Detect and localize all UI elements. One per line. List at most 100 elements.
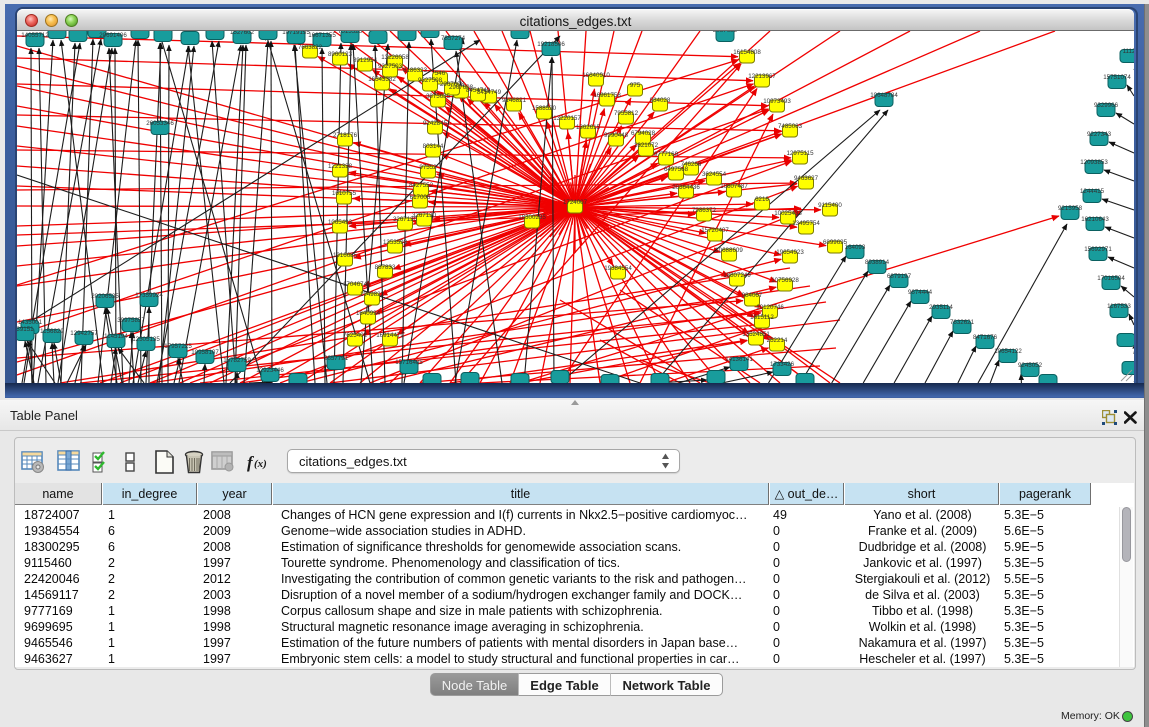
svg-text:13495754: 13495754 (792, 220, 820, 227)
svg-text:7857274: 7857274 (441, 35, 466, 42)
svg-text:14136141: 14136141 (725, 356, 753, 363)
svg-text:746266: 746266 (681, 161, 702, 168)
svg-text:10654122: 10654122 (994, 348, 1022, 355)
svg-text:13220157: 13220157 (553, 115, 581, 122)
svg-text:9242845: 9242845 (423, 120, 448, 127)
svg-text:26053346: 26053346 (146, 120, 174, 127)
svg-text:10756928: 10756928 (771, 277, 799, 284)
svg-text:19654923: 19654923 (776, 249, 804, 256)
svg-text:15720407: 15720407 (701, 227, 729, 234)
svg-text:17359924: 17359924 (135, 292, 163, 299)
svg-text:164093: 164093 (845, 244, 866, 251)
svg-text:9245052: 9245052 (1018, 362, 1043, 369)
svg-text:9327503: 9327503 (378, 63, 403, 70)
svg-text:9146821: 9146821 (502, 97, 527, 104)
svg-text:6466160: 6466160 (256, 31, 281, 32)
svg-text:8186323: 8186323 (403, 67, 428, 74)
svg-text:8912954: 8912954 (353, 57, 378, 64)
svg-text:1221338: 1221338 (328, 163, 353, 170)
svg-text:9990448: 9990448 (604, 132, 629, 139)
svg-text:1527602: 1527602 (230, 31, 255, 36)
svg-text:7485063: 7485063 (778, 123, 803, 130)
svg-text:10648784: 10648784 (870, 92, 898, 99)
svg-text:18807249: 18807249 (723, 272, 751, 279)
svg-text:20364436: 20364436 (672, 184, 700, 191)
svg-text:10807487: 10807487 (720, 183, 748, 190)
svg-text:1615112: 1615112 (750, 314, 774, 321)
svg-text:984067: 984067 (742, 292, 763, 299)
svg-text:8471676: 8471676 (973, 334, 998, 341)
svg-text:546: 546 (435, 70, 446, 77)
svg-text:2718176: 2718176 (333, 132, 358, 139)
svg-text:20691406: 20691406 (99, 32, 127, 39)
svg-text:9329966: 9329966 (1094, 102, 1119, 109)
svg-text:9674444: 9674444 (908, 289, 933, 296)
svg-text:7955812: 7955812 (614, 110, 639, 117)
svg-text:15692971: 15692971 (1084, 246, 1112, 253)
svg-text:1916685: 1916685 (333, 252, 358, 259)
svg-text:1156829: 1156829 (40, 328, 64, 335)
svg-text:39151: 39151 (17, 326, 34, 333)
svg-text:8938914: 8938914 (865, 259, 890, 266)
svg-text:803144: 803144 (423, 143, 444, 150)
svg-text:14055712: 14055712 (21, 32, 49, 39)
svg-text:1704674: 1704674 (343, 281, 368, 288)
svg-text:16210643: 16210643 (1081, 216, 1109, 223)
svg-text:1949822: 1949822 (360, 291, 385, 298)
svg-text:10033809: 10033809 (393, 31, 421, 33)
svg-text:1145194: 1145194 (104, 333, 128, 340)
svg-text:(x): (x) (254, 458, 267, 470)
svg-text:252214: 252214 (767, 337, 788, 344)
svg-text:7632621: 7632621 (950, 319, 975, 326)
svg-text:8960123: 8960123 (328, 51, 353, 58)
svg-text:1435001: 1435001 (18, 319, 43, 326)
svg-text:6879197: 6879197 (887, 273, 912, 280)
svg-text:19384554: 19384554 (604, 265, 632, 272)
svg-text:10958107: 10958107 (191, 349, 219, 356)
svg-text:17016504: 17016504 (1097, 275, 1125, 282)
svg-text:3624554: 3624554 (702, 171, 727, 178)
svg-text:9463627: 9463627 (794, 175, 819, 182)
svg-text:16154808: 16154808 (733, 49, 761, 56)
svg-text:934028: 934028 (650, 97, 671, 104)
svg-text:1244415: 1244415 (1080, 188, 1105, 195)
svg-text:16640910: 16640910 (582, 72, 610, 79)
svg-text:8454749: 8454749 (466, 87, 491, 94)
svg-text:3875685: 3875685 (426, 93, 451, 100)
svg-text:12975115: 12975115 (786, 150, 814, 157)
svg-text:9327508: 9327508 (418, 77, 443, 84)
svg-text:9115400: 9115400 (818, 202, 842, 209)
svg-text:12923446: 12923446 (256, 367, 284, 374)
svg-text:7986372: 7986372 (692, 207, 717, 214)
svg-text:13226058: 13226058 (381, 54, 409, 61)
svg-text:9657791: 9657791 (324, 355, 349, 362)
svg-text:1167533: 1167533 (1107, 303, 1131, 310)
svg-text:2087682: 2087682 (713, 31, 738, 34)
svg-text:19218506: 19218506 (537, 41, 565, 48)
svg-text:617006: 617006 (410, 194, 431, 201)
svg-text:10973493: 10973493 (763, 98, 791, 105)
svg-text:12505135: 12505135 (132, 336, 160, 343)
svg-text:1065493: 1065493 (328, 219, 353, 226)
svg-text:1362615: 1362615 (576, 124, 601, 131)
svg-text:6899695: 6899695 (823, 239, 848, 246)
svg-text:16961758: 16961758 (593, 92, 621, 99)
svg-text:10653267: 10653267 (201, 31, 229, 32)
svg-text:1112: 1112 (1123, 48, 1134, 55)
svg-text:20206535: 20206535 (91, 293, 119, 300)
svg-text:975: 975 (630, 82, 641, 89)
svg-text:16914479: 16914479 (376, 332, 404, 339)
svg-text:2935114: 2935114 (929, 304, 953, 311)
svg-text:17957225: 17957225 (164, 343, 192, 350)
svg-text:1733426: 1733426 (770, 361, 795, 368)
svg-text:1353593: 1353593 (383, 239, 408, 246)
svg-text:12942757: 12942757 (70, 330, 98, 337)
svg-text:1610755: 1610755 (332, 190, 357, 197)
svg-text:7663822: 7663822 (298, 44, 323, 51)
svg-text:10120746: 10120746 (756, 304, 784, 311)
svg-text:16671355: 16671355 (308, 32, 336, 39)
svg-text:9227343: 9227343 (1087, 131, 1112, 138)
svg-text:39975857: 39975857 (117, 317, 145, 324)
svg-text:7515526: 7515526 (338, 31, 363, 35)
svg-text:3267130: 3267130 (393, 216, 418, 223)
